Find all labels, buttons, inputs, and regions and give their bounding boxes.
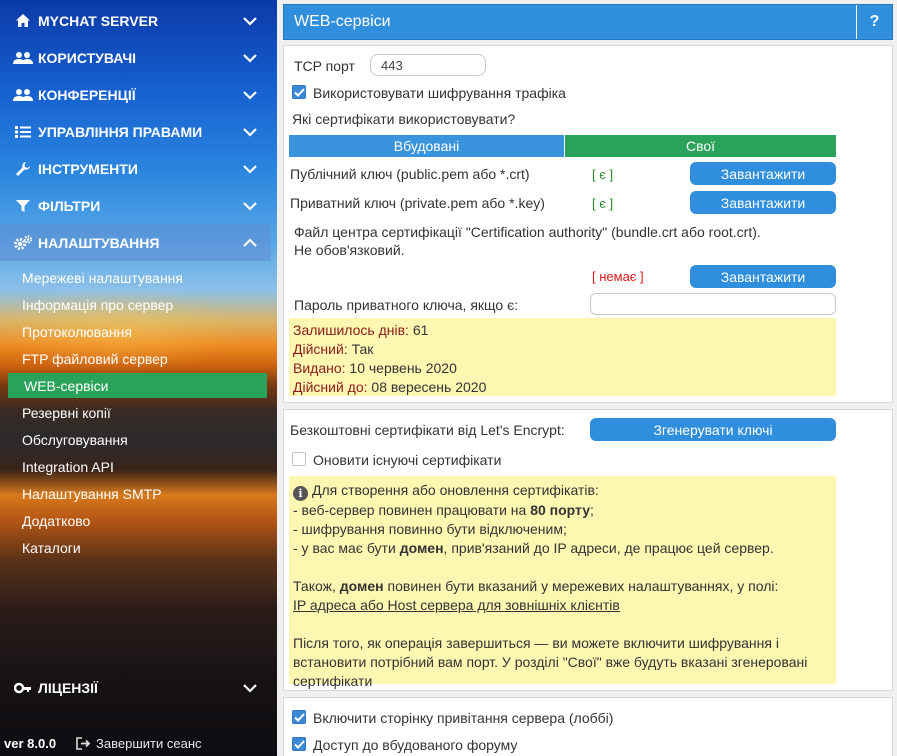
nav-label: КОНФЕРЕНЦІЇ bbox=[38, 86, 136, 103]
version-label: ver 8.0.0 bbox=[4, 735, 57, 751]
ca-status: [ немає ] bbox=[592, 269, 644, 284]
ca-optional-note: Не обов'язковий. bbox=[294, 242, 405, 258]
sidebar-item-logging[interactable]: Протоколювання bbox=[8, 319, 267, 344]
upload-ca-button[interactable]: Завантажити bbox=[690, 265, 836, 288]
help-button[interactable]: ? bbox=[856, 5, 892, 39]
tab-builtin-certs[interactable]: Вбудовані bbox=[289, 135, 564, 157]
ca-file-label: Файл центра сертифікації "Certification … bbox=[294, 224, 761, 240]
issued-row: Видано: 10 червень 2020 bbox=[293, 360, 457, 376]
use-encryption-checkbox[interactable] bbox=[292, 85, 306, 99]
chevron-down-icon bbox=[239, 53, 261, 63]
conferences-icon bbox=[12, 88, 34, 102]
home-icon bbox=[12, 13, 34, 28]
nav-licenses[interactable]: ЛІЦЕНЗІЇ bbox=[0, 669, 271, 706]
chevron-up-icon bbox=[239, 237, 261, 248]
upload-public-key-button[interactable]: Завантажити bbox=[690, 162, 836, 185]
nav-settings[interactable]: НАЛАШТУВАННЯ bbox=[0, 224, 271, 261]
valid-until-row: Дійсний до: 08 вересень 2020 bbox=[293, 379, 487, 395]
tcp-port-input[interactable] bbox=[370, 54, 486, 76]
chevron-down-icon bbox=[239, 127, 261, 137]
filter-icon bbox=[12, 199, 34, 213]
chevron-down-icon bbox=[239, 164, 261, 174]
lobby-checkbox[interactable] bbox=[292, 710, 306, 724]
nav-filters[interactable]: ФІЛЬТРИ bbox=[0, 187, 271, 224]
list-icon bbox=[12, 125, 34, 139]
tab-custom-certs[interactable]: Свої bbox=[564, 135, 836, 157]
chevron-down-icon bbox=[239, 16, 261, 26]
sidebar-item-web-services[interactable]: WEB-сервіси bbox=[8, 373, 267, 398]
info-icon: i bbox=[293, 486, 308, 501]
chevron-down-icon bbox=[239, 201, 261, 211]
key-password-input[interactable] bbox=[590, 293, 836, 315]
nav-label: НАЛАШТУВАННЯ bbox=[38, 234, 160, 251]
certificate-info-box: Залишилось днів: 61 Дійсний: Так Видано:… bbox=[289, 318, 836, 396]
chevron-down-icon bbox=[239, 90, 261, 100]
generate-keys-button[interactable]: Згенерувати ключі bbox=[590, 418, 836, 441]
nav-label: УПРАВЛІННЯ ПРАВАМИ bbox=[38, 123, 203, 140]
tcp-port-label: TCP порт bbox=[294, 58, 355, 74]
letsencrypt-info-box: i Для створення або оновлення сертифікаті… bbox=[289, 476, 836, 689]
web-options-panel: Включити сторінку привітання сервера (ло… bbox=[283, 697, 893, 756]
private-key-status: [ є ] bbox=[592, 196, 614, 211]
nav-users[interactable]: КОРИСТУВАЧІ bbox=[0, 39, 271, 76]
page-title: WEB-сервіси bbox=[294, 13, 391, 30]
sidebar-item-backups[interactable]: Резервні копії bbox=[8, 400, 267, 425]
public-key-status: [ є ] bbox=[592, 167, 614, 182]
sidebar-item-additional[interactable]: Додатково bbox=[8, 508, 267, 533]
users-icon bbox=[12, 51, 34, 65]
private-key-label: Приватний ключ (private.pem або *.key) bbox=[290, 195, 545, 211]
nav-mychat-server[interactable]: MYCHAT SERVER bbox=[0, 2, 271, 39]
logout-icon bbox=[76, 736, 91, 750]
sidebar-item-ftp-server[interactable]: FTP файловий сервер bbox=[8, 346, 267, 371]
letsencrypt-panel: Безкоштовні сертифікати від Let's Encryp… bbox=[283, 409, 893, 691]
nav-label: ІНСТРУМЕНТИ bbox=[38, 160, 138, 177]
nav-label: ФІЛЬТРИ bbox=[38, 197, 101, 214]
which-certs-label: Які сертифікати використовувати? bbox=[292, 111, 516, 127]
nav-conferences[interactable]: КОНФЕРЕНЦІЇ bbox=[0, 76, 271, 113]
days-left-row: Залишилось днів: 61 bbox=[293, 322, 429, 338]
letsencrypt-label: Безкоштовні сертифікати від Let's Encryp… bbox=[290, 422, 565, 438]
renew-certs-checkbox[interactable] bbox=[292, 452, 306, 466]
public-key-label: Публічний ключ (public.pem або *.crt) bbox=[290, 166, 530, 182]
logout-label: Завершити сеанс bbox=[96, 735, 202, 751]
sidebar: MYCHAT SERVER КОРИСТУВАЧІ КОНФЕРЕНЦІЇ УП… bbox=[0, 0, 277, 756]
upload-private-key-button[interactable]: Завантажити bbox=[690, 191, 836, 214]
nav-label: MYCHAT SERVER bbox=[38, 12, 159, 29]
forum-checkbox[interactable] bbox=[292, 737, 306, 751]
sidebar-item-server-info[interactable]: Інформація про сервер bbox=[8, 292, 267, 317]
chevron-down-icon bbox=[239, 683, 261, 693]
key-icon bbox=[12, 681, 34, 695]
sidebar-item-smtp-settings[interactable]: Налаштування SMTP bbox=[8, 481, 267, 506]
key-password-label: Пароль приватного ключа, якщо є: bbox=[294, 297, 519, 313]
lobby-label: Включити сторінку привітання сервера (ло… bbox=[313, 710, 614, 726]
sidebar-item-network-settings[interactable]: Мережеві налаштування bbox=[8, 265, 267, 290]
use-encryption-label: Використовувати шифрування трафіка bbox=[313, 85, 566, 101]
ssl-settings-panel: TCP порт Використовувати шифрування траф… bbox=[283, 45, 893, 403]
forum-label: Доступ до вбудованого форуму bbox=[313, 737, 518, 753]
sidebar-item-catalogs[interactable]: Каталоги bbox=[8, 535, 267, 560]
sidebar-item-integration-api[interactable]: Integration API bbox=[8, 454, 267, 479]
nav-rights-management[interactable]: УПРАВЛІННЯ ПРАВАМИ bbox=[0, 113, 271, 150]
renew-certs-label: Оновити існуючі сертифікати bbox=[313, 452, 502, 468]
nav-label: ЛІЦЕНЗІЇ bbox=[38, 679, 98, 696]
network-settings-link[interactable]: IP адреса або Host сервера для зовнішніх… bbox=[293, 597, 620, 613]
nav-tools[interactable]: ІНСТРУМЕНТИ bbox=[0, 150, 271, 187]
valid-row: Дійсний: Так bbox=[293, 341, 374, 357]
logout-link[interactable]: Завершити сеанс bbox=[76, 735, 202, 751]
gears-icon bbox=[12, 234, 34, 251]
sidebar-item-maintenance[interactable]: Обслуговування bbox=[8, 427, 267, 452]
wrench-icon bbox=[12, 161, 34, 177]
nav-label: КОРИСТУВАЧІ bbox=[38, 49, 137, 66]
sidebar-footer: ver 8.0.0 Завершити сеанс bbox=[0, 730, 277, 756]
page-header: WEB-сервіси ? bbox=[283, 4, 893, 40]
